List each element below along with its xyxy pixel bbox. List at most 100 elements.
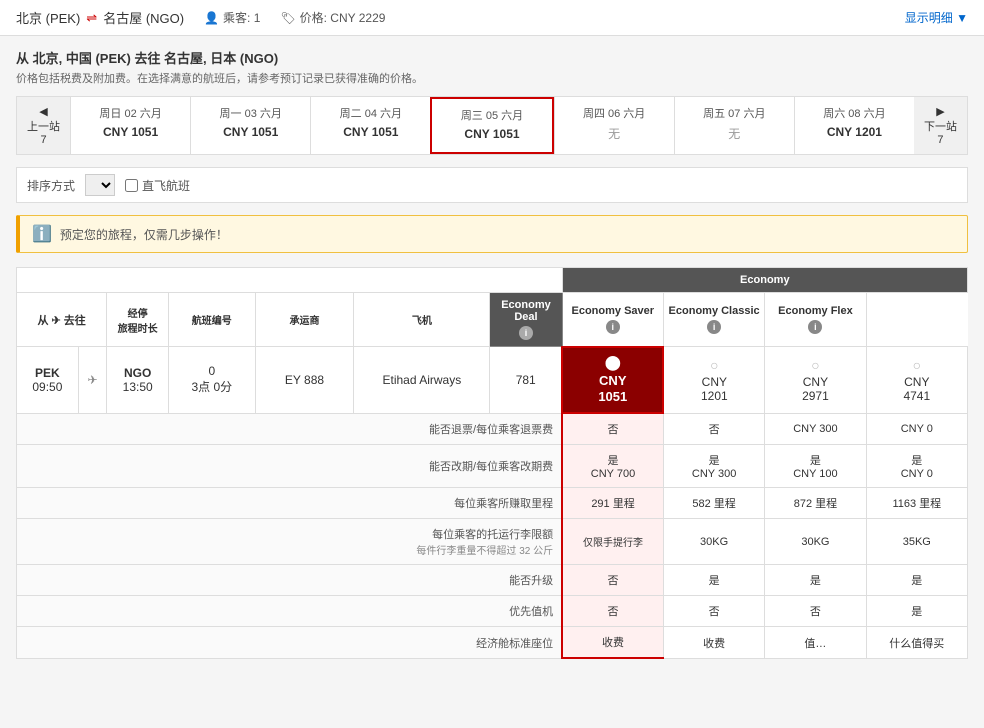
main-content: 从 北京, 中国 (PEK) 去往 名古屋, 日本 (NGO) 价格包括税费及附… [0,36,984,671]
radio-unselected-icon-3: ○ [871,357,963,373]
detail-row-miles: 每位乘客所赚取里程 291 里程 582 里程 872 里程 1163 里程 [17,488,968,519]
date-cell-1[interactable]: 周一 03 六月 CNY 1051 [190,97,310,154]
date-selector: ◀ 上一站 7 周日 02 六月 CNY 1051 周一 03 六月 CNY 1… [16,96,968,155]
flight-from-time: 09:50 [23,380,72,394]
date-cell-4[interactable]: 周四 06 六月 无 [554,97,674,154]
next-sub: 7 [937,134,943,146]
economy-saver-info-icon[interactable]: i [606,320,620,334]
col-plane-header: 飞机 [354,293,490,347]
detail-row-priority: 优先值机 否 否 否 是 [17,596,968,627]
col-from-header: 从 ✈ 去往 [17,293,107,347]
date-day-2: 周二 04 六月 [317,105,424,121]
col-stops-header: 经停旅程时长 [107,293,169,347]
promo-icon: ℹ️ [32,224,52,244]
date-day-0: 周日 02 六月 [77,105,184,121]
detail-label-upgrade: 能否升级 [17,565,563,596]
detail-row-baggage: 每位乘客的托运行李限额 每件行李重量不得超过 32 公斤 仅限手提行李 30KG… [17,519,968,565]
prev-date-button[interactable]: ◀ 上一站 7 [17,97,70,154]
detail-label-priority: 优先值机 [17,596,563,627]
economy-classic-info-icon[interactable]: i [707,320,721,334]
date-cell-0[interactable]: 周日 02 六月 CNY 1051 [70,97,190,154]
detail-val-refund-classic: CNY 300 [765,413,866,445]
price-economy-flex-value: CNY4741 [871,375,963,403]
date-price-0: CNY 1051 [77,125,184,139]
price-economy-classic[interactable]: ○ CNY2971 [765,347,866,414]
flight-from-code: PEK [23,366,72,380]
prev-label: 上一站 [27,118,60,134]
detail-val-miles-flex: 1163 里程 [866,488,967,519]
price-label: 价格: CNY 2229 [300,9,386,26]
route-subtitle: 价格包括税费及附加费。在选择满意的航班后，请参考预订记录已获得准确的价格。 [16,70,968,86]
flight-carrier: Etihad Airways [354,347,490,414]
route-arrow: ⇌ [86,10,97,26]
date-cell-6[interactable]: 周六 08 六月 CNY 1201 [794,97,914,154]
detail-val-upgrade-deal: 否 [562,565,663,596]
flight-stops-count: 0 [175,364,249,378]
detail-val-baggage-saver: 30KG [663,519,764,565]
detail-label-seat: 经济舱标准座位 [17,627,563,659]
detail-val-seat-deal: 收费 [562,627,663,659]
fare-class-header-row: 从 ✈ 去往 经停旅程时长 航班编号 承运商 飞机 Economy Deal i… [17,293,968,347]
details-link[interactable]: 显示明细 ▼ [905,9,968,26]
detail-val-change-flex: 是CNY 0 [866,445,967,488]
direct-flight-label: 直飞航班 [142,177,190,194]
price-economy-flex[interactable]: ○ CNY4741 [866,347,967,414]
sort-select[interactable] [85,174,115,196]
next-label: 下一站 [924,118,957,134]
detail-row-upgrade: 能否升级 否 是 是 是 [17,565,968,596]
detail-val-upgrade-classic: 是 [765,565,866,596]
pax-label: 乘客: 1 [223,9,260,26]
detail-val-priority-classic: 否 [765,596,866,627]
radio-unselected-icon: ○ [668,357,760,373]
price-economy-deal[interactable]: ⬤ CNY1051 [562,347,663,414]
price-info: 🏷 价格: CNY 2229 [280,9,385,26]
price-icon: 🏷 [280,11,295,25]
route-display: 北京 (PEK) ⇌ 名古屋 (NGO) [16,8,184,27]
detail-val-priority-flex: 是 [866,596,967,627]
prev-arrow-icon: ◀ [39,105,47,118]
section-header-row: Economy [17,268,968,293]
price-economy-saver[interactable]: ○ CNY1201 [663,347,764,414]
direct-flight-checkbox[interactable] [125,179,138,192]
detail-val-refund-saver: 否 [663,413,764,445]
detail-row-seat: 经济舱标准座位 收费 收费 值… 什么值得买 [17,627,968,659]
date-cell-5[interactable]: 周五 07 六月 无 [674,97,794,154]
detail-val-miles-saver: 582 里程 [663,488,764,519]
next-date-button[interactable]: ▶ 下一站 7 [914,97,967,154]
pax-info: 👤 乘客: 1 [204,9,260,26]
fare-class-economy-deal: Economy Deal i [490,293,562,347]
economy-flex-info-icon[interactable]: i [808,320,822,334]
economy-deal-info-icon[interactable]: i [519,326,533,340]
detail-val-change-saver: 是CNY 300 [663,445,764,488]
pax-icon: 👤 [204,11,219,25]
date-day-3: 周三 05 六月 [438,107,545,123]
prev-sub: 7 [40,134,46,146]
radio-unselected-icon-2: ○ [769,357,861,373]
price-economy-deal-value: CNY1051 [567,373,658,407]
detail-val-change-classic: 是CNY 100 [765,445,866,488]
economy-section-header: Economy [562,268,967,293]
flight-number: EY 888 [255,347,354,414]
detail-val-miles-classic: 872 里程 [765,488,866,519]
flight-plane: 781 [490,347,562,414]
price-economy-saver-value: CNY1201 [668,375,760,403]
route-title: 从 北京, 中国 (PEK) 去往 名古屋, 日本 (NGO) [16,48,968,67]
flight-from: PEK 09:50 [17,347,79,414]
detail-val-baggage-flex: 35KG [866,519,967,565]
date-price-3: CNY 1051 [438,127,545,141]
detail-label-baggage: 每位乘客的托运行李限额 每件行李重量不得超过 32 公斤 [17,519,563,565]
date-price-4: 无 [561,125,668,142]
detail-val-seat-saver: 收费 [663,627,764,659]
fare-class-economy-flex: Economy Flex i [765,293,866,347]
date-cell-3[interactable]: 周三 05 六月 CNY 1051 [430,97,553,154]
sort-label: 排序方式 [27,177,75,194]
detail-val-seat-flex: 什么值得买 [866,627,967,659]
promo-banner: ℹ️ 预定您的旅程，仅需几步操作！ [16,215,968,253]
date-day-6: 周六 08 六月 [801,105,908,121]
radio-selected-icon: ⬤ [567,354,658,371]
detail-label-change: 能否改期/每位乘客改期费 [17,445,563,488]
date-cell-2[interactable]: 周二 04 六月 CNY 1051 [310,97,430,154]
col-carrier-header: 承运商 [255,293,354,347]
detail-val-upgrade-flex: 是 [866,565,967,596]
date-day-1: 周一 03 六月 [197,105,304,121]
